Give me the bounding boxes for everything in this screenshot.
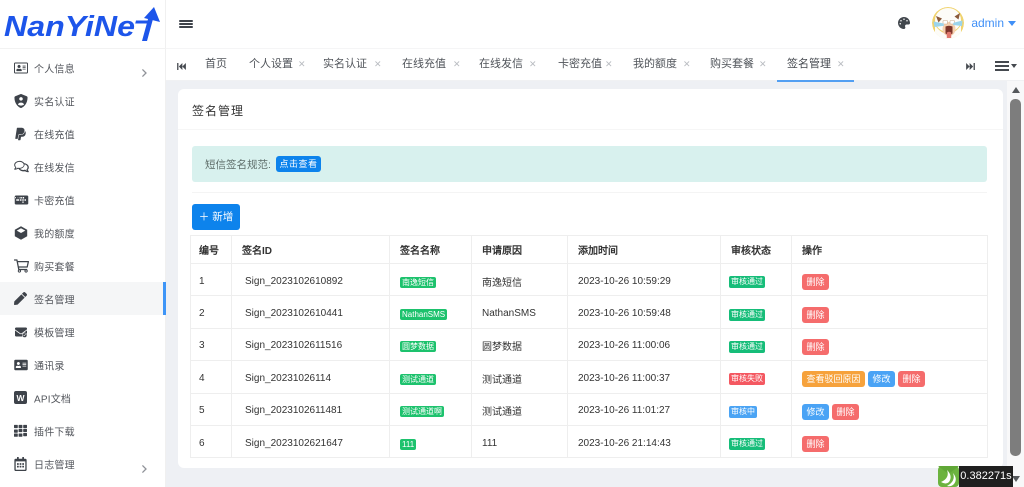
svg-text:NanYiNe: NanYiNe: [4, 11, 135, 43]
svg-text:W: W: [16, 392, 25, 402]
